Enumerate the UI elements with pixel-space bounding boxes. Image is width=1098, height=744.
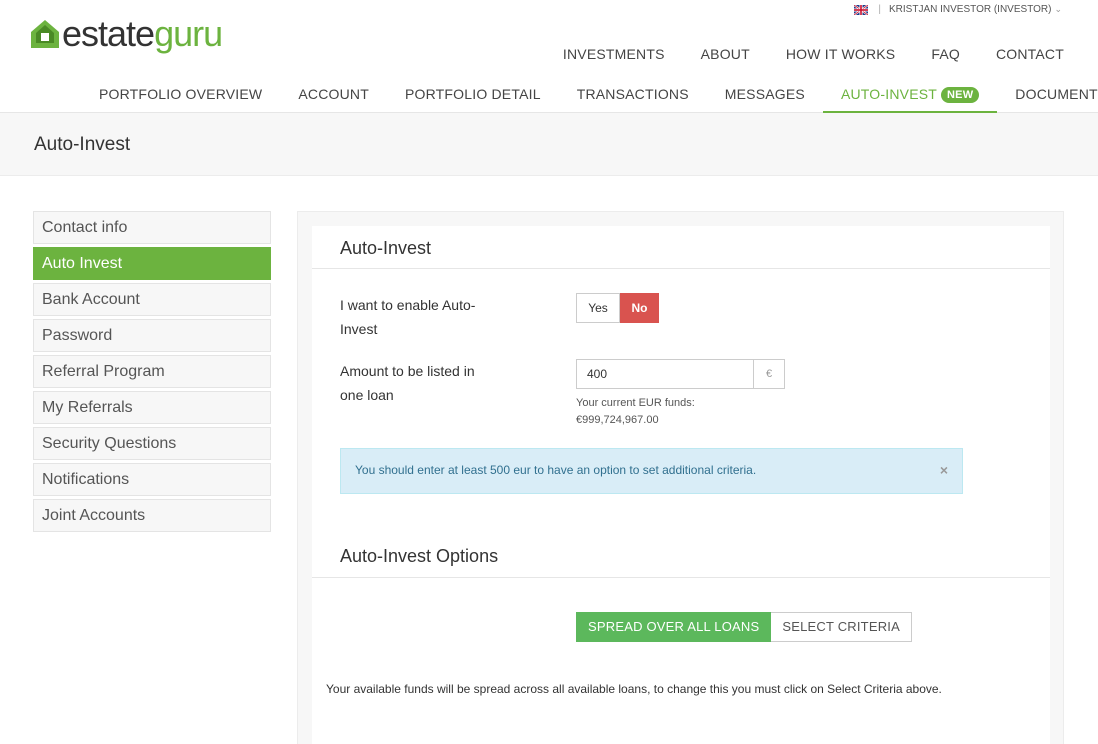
auto-invest-heading: Auto-Invest xyxy=(340,238,432,258)
funds-label: Your current EUR funds: xyxy=(576,397,695,409)
enable-label-line1: I want to enable Auto- xyxy=(340,297,476,313)
page-title: Auto-Invest xyxy=(34,134,131,155)
spread-over-all-loans-button[interactable]: SPREAD OVER ALL LOANS xyxy=(576,612,772,642)
tab-portfolio-detail[interactable]: PORTFOLIO DETAIL xyxy=(387,76,559,113)
amount-label-line1: Amount to be listed in xyxy=(340,363,475,379)
tab-auto-invest[interactable]: AUTO-INVEST NEW xyxy=(822,76,998,113)
divider xyxy=(312,268,1050,269)
account-subnav: PORTFOLIO OVERVIEW ACCOUNT PORTFOLIO DET… xyxy=(81,76,1098,113)
enable-toggle: Yes No xyxy=(576,293,659,323)
site-header: estateguru | KRISTJAN INVESTOR (INVESTOR… xyxy=(0,0,1098,113)
amount-input-group: € xyxy=(576,359,785,389)
user-menu[interactable]: KRISTJAN INVESTOR (INVESTOR) xyxy=(889,4,1051,15)
euro-icon: € xyxy=(754,359,785,389)
auto-invest-card: Auto-Invest I want to enable Auto- Inves… xyxy=(312,226,1050,744)
chevron-down-icon[interactable]: ⌄ xyxy=(1054,4,1062,15)
tab-documents[interactable]: DOCUMENTS xyxy=(997,76,1098,113)
tab-transactions[interactable]: TRANSACTIONS xyxy=(559,76,707,113)
amount-input[interactable] xyxy=(576,359,754,389)
new-badge: NEW xyxy=(941,87,980,103)
sidebar-item-contact-info[interactable]: Contact info xyxy=(33,211,271,244)
tab-portfolio-overview[interactable]: PORTFOLIO OVERVIEW xyxy=(81,76,280,113)
divider: | xyxy=(878,4,882,15)
logo-text: estateguru xyxy=(62,13,223,54)
select-criteria-button[interactable]: SELECT CRITERIA xyxy=(771,612,912,642)
tab-messages[interactable]: MESSAGES xyxy=(707,76,823,113)
top-nav: INVESTMENTS ABOUT HOW IT WORKS FAQ CONTA… xyxy=(527,46,1064,62)
yes-button[interactable]: Yes xyxy=(576,293,620,323)
options-heading: Auto-Invest Options xyxy=(340,546,499,566)
sidebar-item-joint-accounts[interactable]: Joint Accounts xyxy=(33,499,271,532)
nav-faq[interactable]: FAQ xyxy=(931,46,960,62)
sidebar-item-bank-account[interactable]: Bank Account xyxy=(33,283,271,316)
settings-sidebar: Contact info Auto Invest Bank Account Pa… xyxy=(33,211,271,535)
page-title-band: Auto-Invest xyxy=(0,113,1098,176)
tab-account[interactable]: ACCOUNT xyxy=(280,76,387,113)
logo-house-icon xyxy=(30,19,60,49)
content-panel: Auto-Invest I want to enable Auto- Inves… xyxy=(297,211,1064,744)
sidebar-item-my-referrals[interactable]: My Referrals xyxy=(33,391,271,424)
amount-label-line2: one loan xyxy=(340,387,394,403)
logo-estate: estate xyxy=(62,13,155,54)
sidebar-item-referral-program[interactable]: Referral Program xyxy=(33,355,271,388)
logo[interactable]: estateguru xyxy=(30,13,223,54)
nav-investments[interactable]: INVESTMENTS xyxy=(563,46,665,62)
info-alert: You should enter at least 500 eur to hav… xyxy=(340,448,963,494)
no-button[interactable]: No xyxy=(620,293,659,323)
close-icon[interactable]: × xyxy=(940,462,948,478)
sidebar-item-security-questions[interactable]: Security Questions xyxy=(33,427,271,460)
nav-about[interactable]: ABOUT xyxy=(701,46,750,62)
sidebar-item-notifications[interactable]: Notifications xyxy=(33,463,271,496)
sidebar-item-auto-invest[interactable]: Auto Invest xyxy=(33,247,271,280)
alert-text: You should enter at least 500 eur to hav… xyxy=(355,463,757,477)
amount-label: Amount to be listed in one loan xyxy=(340,359,475,407)
logo-guru: guru xyxy=(154,13,223,54)
nav-contact[interactable]: CONTACT xyxy=(996,46,1064,62)
sidebar-item-password[interactable]: Password xyxy=(33,319,271,352)
current-funds: Your current EUR funds: €999,724,967.00 xyxy=(576,395,695,429)
enable-label: I want to enable Auto- Invest xyxy=(340,293,475,341)
nav-how-it-works[interactable]: HOW IT WORKS xyxy=(786,46,895,62)
user-bar: | KRISTJAN INVESTOR (INVESTOR) ⌄ xyxy=(853,3,1062,16)
spread-note: Your available funds will be spread acro… xyxy=(326,682,942,696)
options-selector: SPREAD OVER ALL LOANS SELECT CRITERIA xyxy=(576,612,912,642)
enable-label-line2: Invest xyxy=(340,321,378,337)
tab-auto-invest-label: AUTO-INVEST xyxy=(840,86,938,102)
uk-flag-icon[interactable] xyxy=(853,3,869,16)
divider xyxy=(312,577,1050,578)
funds-value: €999,724,967.00 xyxy=(576,414,659,426)
